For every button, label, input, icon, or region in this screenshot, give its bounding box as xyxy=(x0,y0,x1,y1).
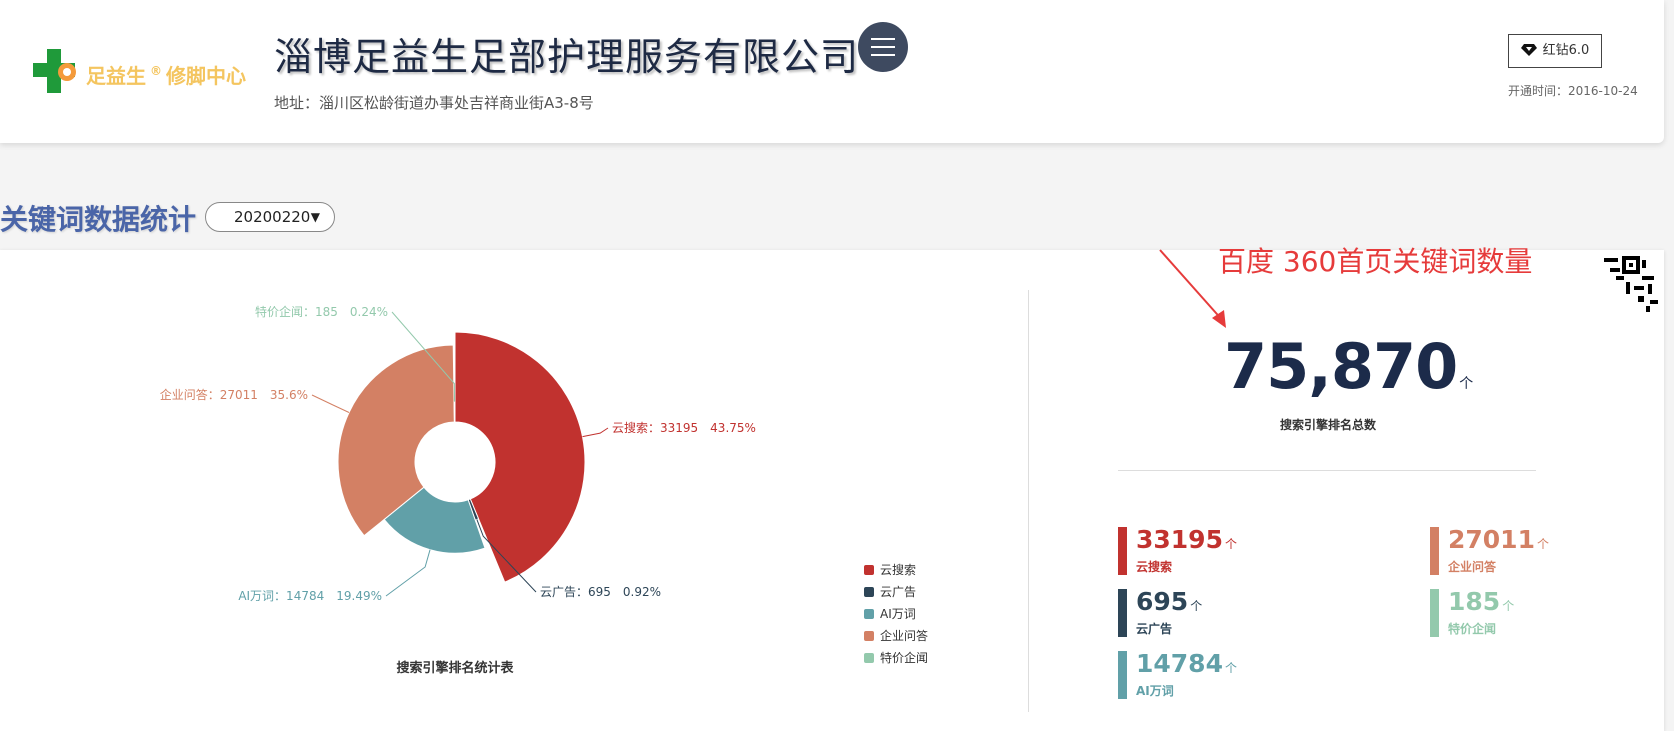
annotation-text: 百度 360首页关键词数量 xyxy=(1218,245,1533,278)
legend-label: 云广告 xyxy=(880,585,917,599)
stat-label: 企业问答 xyxy=(1448,560,1497,574)
pie-data-label: 云广告：695 0.92% xyxy=(540,585,661,599)
stat-value-wrap: 33195 个 xyxy=(1136,525,1237,554)
stat-color-bar xyxy=(1430,527,1439,575)
stat-value: 185 xyxy=(1448,587,1501,616)
stat-unit: 个 xyxy=(1224,661,1237,675)
stat-value-wrap: 695 个 xyxy=(1136,587,1202,616)
qr-code-icon[interactable] xyxy=(1602,256,1660,314)
total-value: 75,870 xyxy=(1224,330,1458,403)
stat-value: 33195 xyxy=(1136,525,1223,554)
stat-value-wrap: 14784 个 xyxy=(1136,649,1237,678)
stat-color-bar xyxy=(1430,589,1439,637)
stat-unit: 个 xyxy=(1224,537,1237,551)
legend-swatch xyxy=(864,587,874,597)
legend-label: AI万词 xyxy=(880,607,916,621)
panel-divider xyxy=(1028,290,1029,712)
stat-value: 695 xyxy=(1136,587,1189,616)
total-label: 搜索引擎排名总数 xyxy=(1279,418,1376,432)
legend-swatch xyxy=(864,565,874,575)
summary-divider xyxy=(1118,470,1536,471)
stat-color-bar xyxy=(1118,527,1127,575)
pie-chart: 云搜索：33195 43.75% 云广告：695 0.92% AI万词：14784 … xyxy=(160,304,756,676)
annotation-arrow-icon xyxy=(1159,249,1226,328)
chart-title: 搜索引擎排名统计表 xyxy=(396,660,514,676)
pie-leader-line xyxy=(582,427,609,438)
stat-unit: 个 xyxy=(1502,599,1515,613)
pie-data-label: 特价企闻：185 0.24% xyxy=(255,304,388,319)
stat-unit: 个 xyxy=(1190,599,1203,613)
diamond-icon xyxy=(1520,44,1537,56)
legend-swatch xyxy=(864,631,874,641)
pie-slice-4[interactable] xyxy=(453,401,456,423)
legend-label: 云搜索 xyxy=(880,563,917,577)
stat-unit: 个 xyxy=(1536,537,1549,551)
pie-data-label: 云搜索：33195 43.75% xyxy=(612,420,756,435)
stat-label: 云广告 xyxy=(1136,622,1173,636)
legend-label: 特价企闻 xyxy=(880,651,929,665)
pie-leader-line xyxy=(311,394,350,413)
pie-leader-line xyxy=(385,549,431,597)
total-unit: 个 xyxy=(1459,376,1473,392)
stat-value: 27011 xyxy=(1448,525,1535,554)
vip-level-badge[interactable]: 红钻6.0 xyxy=(1508,34,1602,68)
vip-label: 红钻6.0 xyxy=(1542,43,1590,58)
stat-value-wrap: 27011 个 xyxy=(1448,525,1549,554)
legend-label: 企业问答 xyxy=(880,629,929,643)
pie-data-label: 企业问答：27011 35.6% xyxy=(160,387,308,402)
stat-label: AI万词 xyxy=(1136,684,1174,698)
stat-label: 特价企闻 xyxy=(1448,622,1497,636)
stat-color-bar xyxy=(1118,651,1127,699)
stat-label: 云搜索 xyxy=(1136,560,1173,574)
legend-swatch xyxy=(864,653,874,663)
stat-value: 14784 xyxy=(1136,649,1223,678)
pie-data-label: AI万词：14784 19.49% xyxy=(238,589,382,603)
stat-color-bar xyxy=(1118,589,1127,637)
total-count: 75,870 个 xyxy=(1224,330,1473,403)
open-date: 开通时间：2016-10-24 xyxy=(1508,84,1638,98)
legend-swatch xyxy=(864,609,874,619)
stat-value-wrap: 185 个 xyxy=(1448,587,1514,616)
